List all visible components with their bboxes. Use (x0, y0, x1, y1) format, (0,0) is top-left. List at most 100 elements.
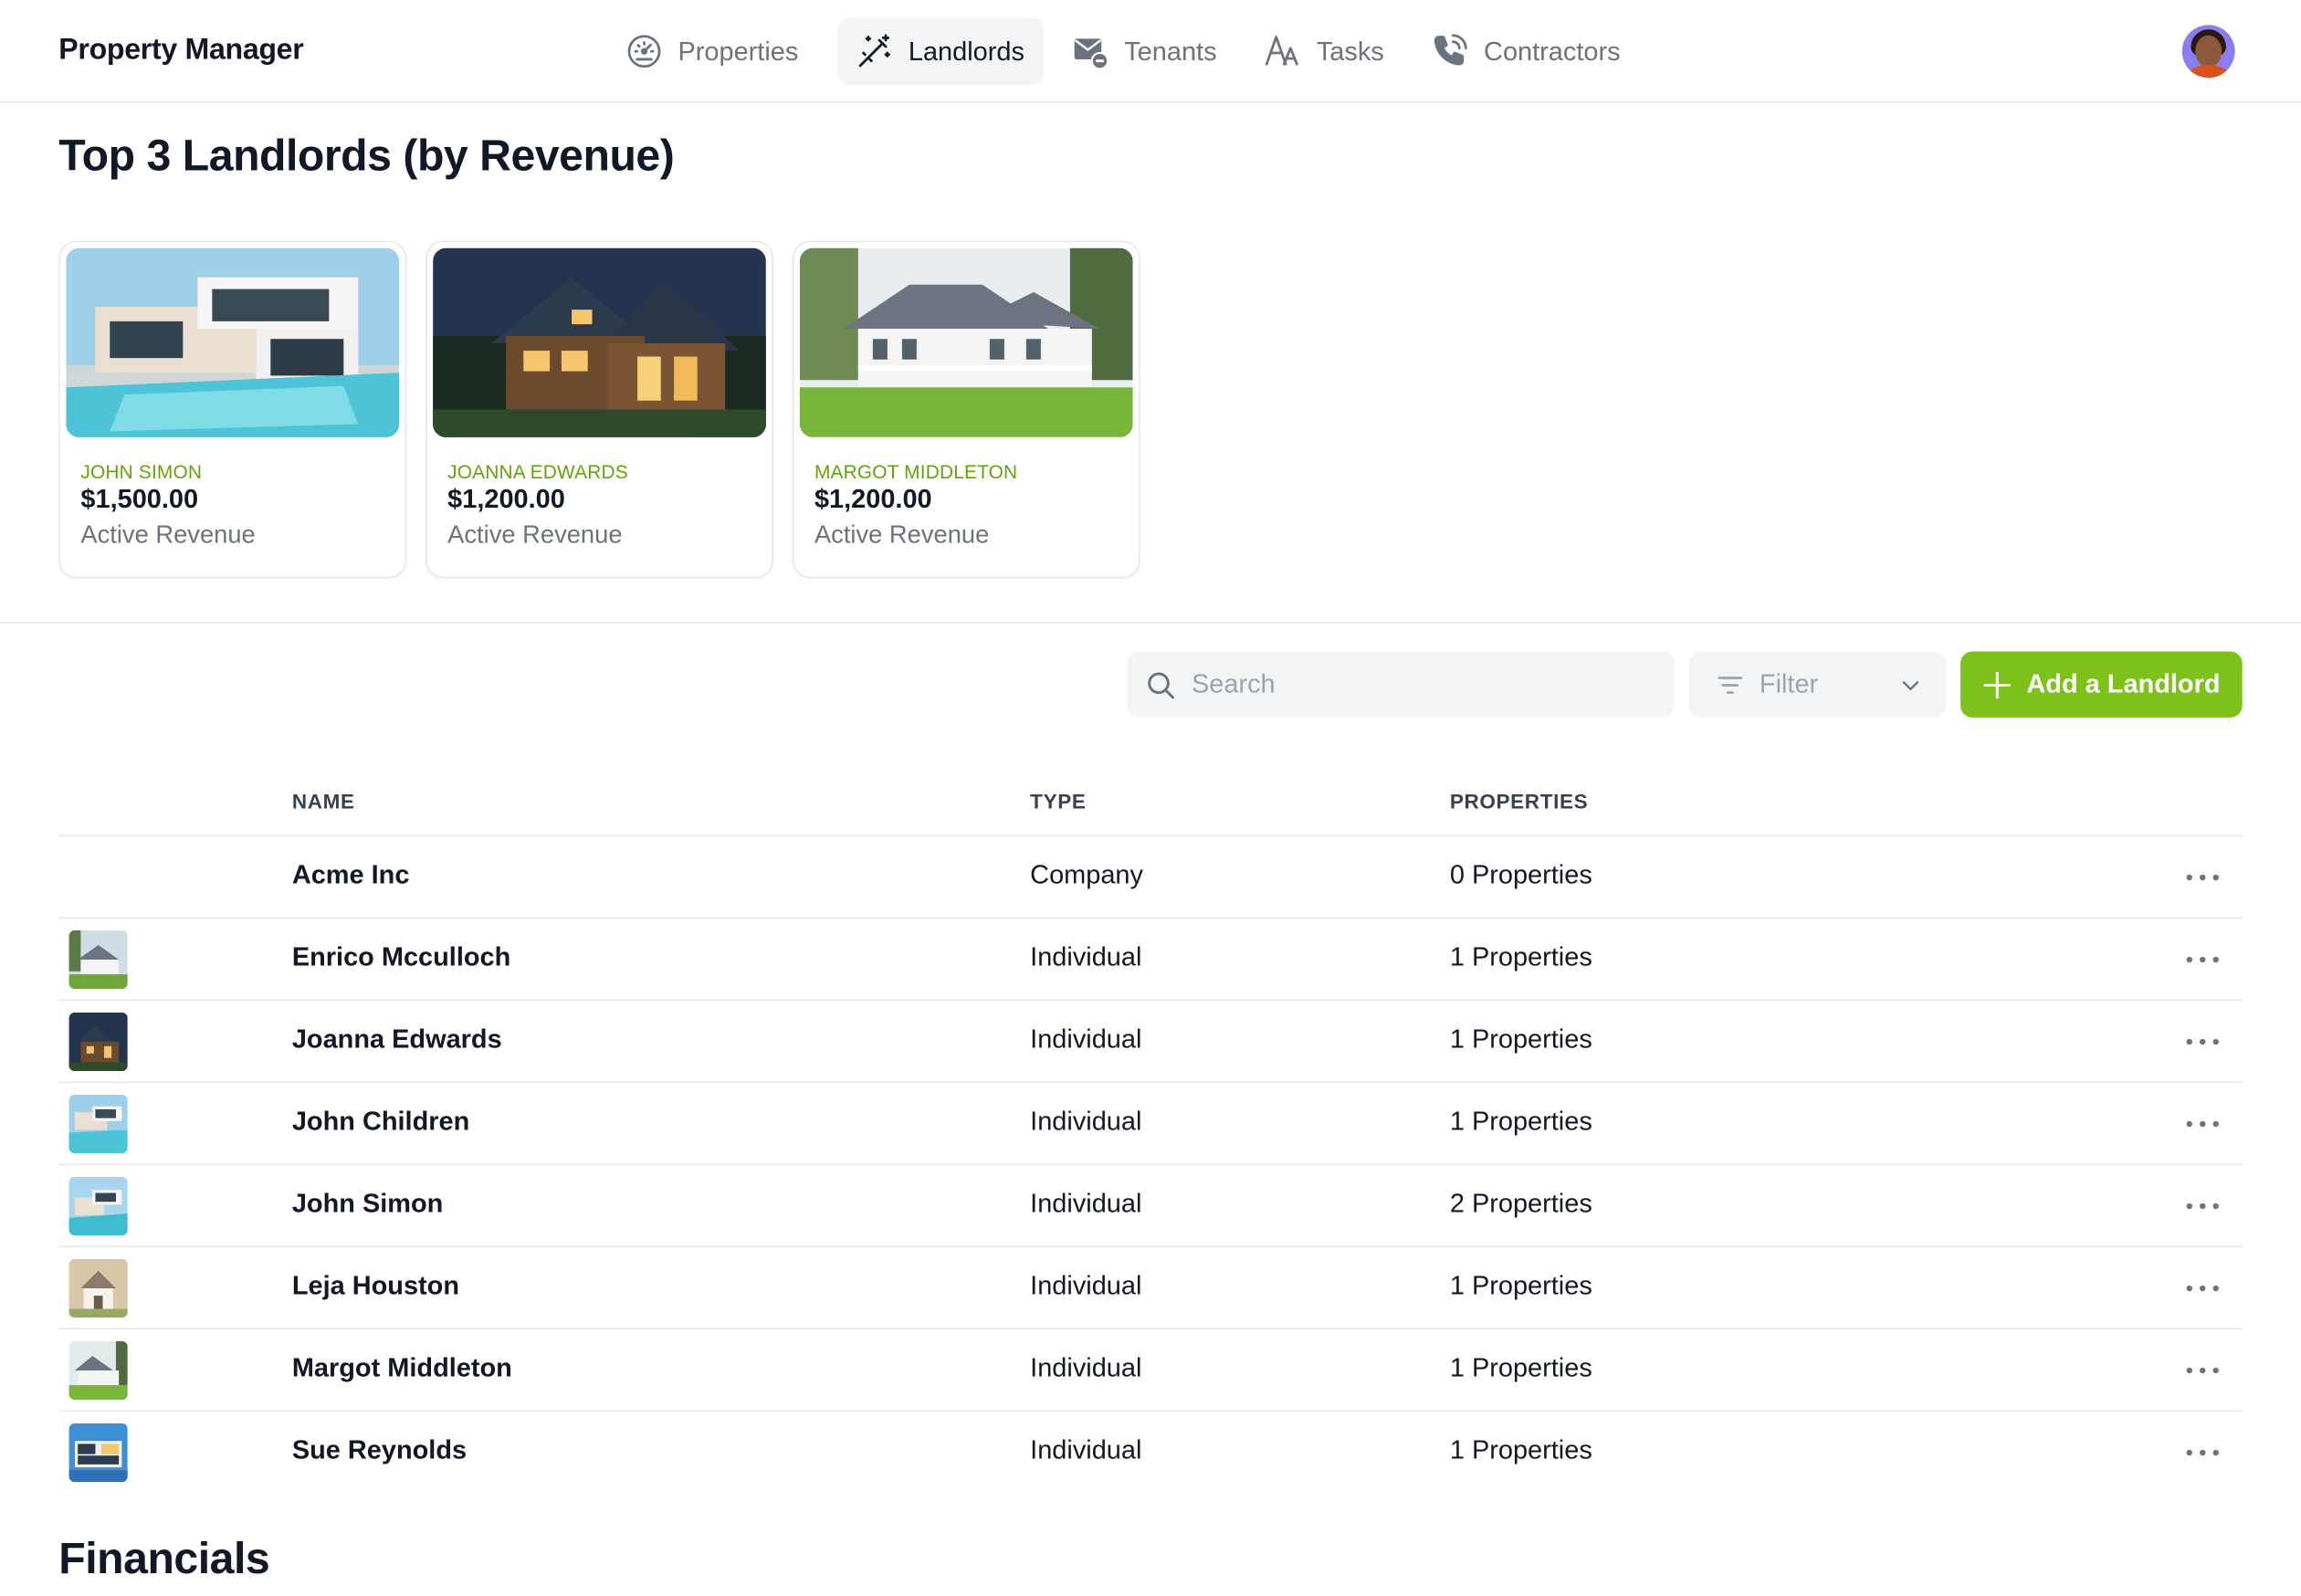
revenue-label: Active Revenue (814, 520, 990, 550)
column-header-properties[interactable]: PROPERTIES (1450, 790, 1588, 814)
nav-label-properties: Properties (678, 36, 799, 66)
landlord-name: JOHN SIMON (80, 460, 203, 483)
property-thumbnail (68, 1258, 128, 1318)
filter-lines-icon (1718, 676, 1743, 694)
revenue-amount: $1,500.00 (80, 484, 199, 514)
revenue-amount: $1,200.00 (814, 484, 932, 514)
font-letters-icon (1266, 36, 1298, 66)
property-thumbnail (68, 929, 128, 990)
landlords-table: Acme Inc Company 0 Properties Enrico Mcc… (58, 836, 2243, 1494)
row-type: Individual (1030, 1024, 1142, 1054)
phone-calling-icon (1434, 34, 1467, 66)
row-properties: 1 Properties (1449, 1270, 1592, 1300)
nav-item-landlords[interactable]: Landlords (837, 17, 1044, 86)
more-options-icon[interactable] (2186, 1109, 2219, 1139)
top-bar: Property Manager Properties Landlords Te… (0, 0, 2301, 103)
row-name: Enrico Mcculloch (291, 941, 511, 971)
table-row[interactable]: John Children Individual 1 Properties (58, 1083, 2243, 1166)
row-properties: 0 Properties (1449, 859, 1592, 889)
row-properties: 1 Properties (1449, 1434, 1592, 1465)
revenue-label: Active Revenue (447, 520, 623, 550)
row-properties: 1 Properties (1449, 1352, 1592, 1382)
more-options-icon[interactable] (2186, 1192, 2219, 1221)
nav-item-tenants[interactable]: Tenants (1064, 17, 1235, 85)
property-image (433, 247, 766, 437)
nav-label-tasks: Tasks (1316, 36, 1384, 66)
property-thumbnail (68, 1012, 128, 1072)
row-properties: 1 Properties (1449, 941, 1592, 971)
row-properties: 1 Properties (1449, 1024, 1592, 1054)
add-landlord-label: Add a Landlord (2026, 668, 2221, 698)
main-nav: Properties Landlords Tenants Tasks Contr… (618, 17, 1640, 86)
user-avatar[interactable] (2181, 25, 2235, 79)
more-options-icon[interactable] (2186, 1438, 2219, 1467)
landlord-card[interactable]: JOANNA EDWARDS $1,200.00 Active Revenue (426, 240, 773, 579)
row-type: Individual (1030, 941, 1142, 971)
row-name: Leja Houston (291, 1270, 460, 1300)
row-name: John Simon (291, 1188, 444, 1218)
table-row[interactable]: Sue Reynolds Individual 1 Properties (58, 1412, 2242, 1494)
add-landlord-button[interactable]: Add a Landlord (1960, 651, 2243, 718)
more-options-icon[interactable] (2186, 1356, 2219, 1385)
table-row[interactable]: John Simon Individual 2 Properties (58, 1165, 2243, 1248)
property-thumbnail (68, 1176, 128, 1236)
plus-icon (1983, 670, 2011, 698)
row-type: Individual (1030, 1270, 1142, 1300)
nav-item-tasks[interactable]: Tasks (1256, 17, 1403, 85)
app-root: Property Manager Properties Landlords Te… (0, 0, 2301, 1596)
row-type: Individual (1030, 1352, 1142, 1382)
revenue-label: Active Revenue (80, 520, 256, 550)
nav-label-contractors: Contractors (1484, 36, 1621, 66)
property-image (66, 247, 400, 437)
row-name: John Children (291, 1106, 470, 1136)
revenue-amount: $1,200.00 (447, 484, 565, 514)
landlord-card[interactable]: JOHN SIMON $1,500.00 Active Revenue (58, 240, 407, 579)
table-row[interactable]: Margot Middleton Individual 1 Properties (58, 1329, 2243, 1412)
search-input[interactable] (1191, 668, 1633, 700)
property-thumbnail (68, 1340, 128, 1401)
mail-minus-icon (1074, 38, 1109, 70)
top-landlord-cards: JOHN SIMON $1,500.00 Active Revenue JOAN… (58, 240, 1140, 579)
column-header-type[interactable]: TYPE (1030, 790, 1086, 814)
table-row[interactable]: Acme Inc Company 0 Properties (58, 836, 2243, 919)
filter-dropdown[interactable]: Filter (1688, 651, 1947, 718)
nav-item-contractors[interactable]: Contractors (1424, 17, 1639, 85)
more-options-icon[interactable] (2186, 1274, 2219, 1303)
speedometer-icon (627, 35, 661, 68)
more-options-icon[interactable] (2186, 945, 2219, 974)
row-name: Joanna Edwards (291, 1024, 502, 1054)
top-landlords-title: Top 3 Landlords (by Revenue) (58, 131, 675, 181)
property-thumbnail (68, 1094, 128, 1154)
property-thumbnail (68, 1423, 128, 1483)
row-properties: 1 Properties (1449, 1106, 1592, 1136)
table-row[interactable]: Enrico Mcculloch Individual 1 Properties (58, 919, 2243, 1002)
landlord-card[interactable]: MARGOT MIDDLETON $1,200.00 Active Revenu… (792, 240, 1140, 579)
financials-heading: Financials (58, 1535, 270, 1584)
row-properties: 2 Properties (1449, 1188, 1592, 1218)
property-image (799, 247, 1133, 437)
chevron-down-icon (1902, 680, 1919, 690)
more-options-icon[interactable] (2186, 1027, 2219, 1056)
section-divider (0, 622, 2301, 625)
table-row[interactable]: Joanna Edwards Individual 1 Properties (58, 1001, 2243, 1084)
filter-label: Filter (1759, 668, 1819, 698)
row-name: Sue Reynolds (291, 1434, 468, 1465)
row-name: Acme Inc (291, 859, 410, 889)
app-title: Property Manager (58, 33, 304, 67)
search-box[interactable] (1127, 651, 1675, 718)
table-header: NAME TYPE PROPERTIES (58, 769, 2243, 837)
table-row[interactable]: Leja Houston Individual 1 Properties (58, 1247, 2243, 1330)
nav-label-landlords: Landlords (908, 36, 1024, 66)
row-type: Individual (1030, 1188, 1142, 1218)
more-options-icon[interactable] (2186, 863, 2219, 892)
nav-item-properties[interactable]: Properties (618, 17, 818, 85)
magic-wand-icon (858, 34, 890, 68)
search-icon (1148, 671, 1174, 698)
row-type: Individual (1030, 1434, 1142, 1465)
column-header-name[interactable]: NAME (292, 790, 355, 814)
nav-label-tenants: Tenants (1124, 36, 1217, 66)
row-type: Individual (1030, 1106, 1142, 1136)
landlord-name: MARGOT MIDDLETON (814, 460, 1018, 483)
row-type: Company (1030, 859, 1144, 889)
row-name: Margot Middleton (291, 1352, 512, 1382)
